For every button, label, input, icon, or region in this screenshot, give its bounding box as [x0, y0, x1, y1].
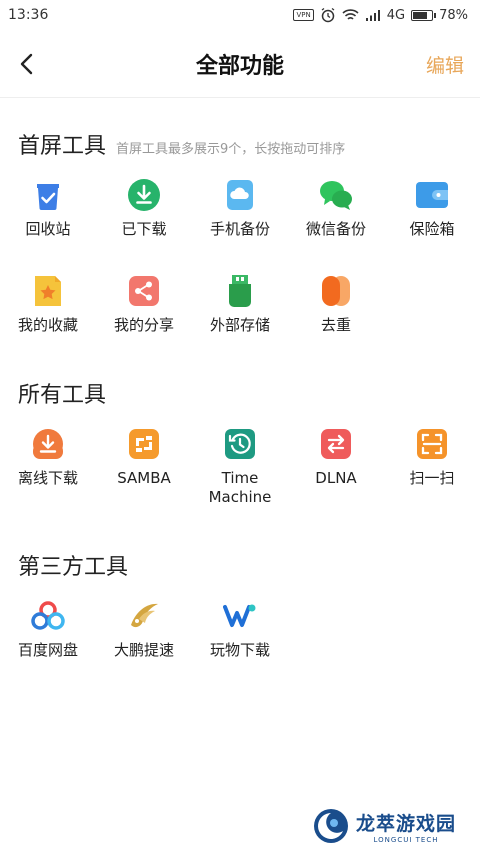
section-home-tools-header: 首屏工具 首屏工具最多展示9个，长按拖动可排序: [18, 128, 345, 160]
alarm-icon: [321, 7, 335, 23]
tool-share[interactable]: 我的分享: [96, 274, 192, 335]
vpn-icon: VPN: [293, 9, 314, 21]
tool-downloaded[interactable]: 已下载: [96, 178, 192, 239]
tool-samba[interactable]: SAMBA: [96, 427, 192, 507]
tool-scan[interactable]: 扫一扫: [384, 427, 480, 507]
home-tools-row-1: 回收站 已下载 手机备份 微信备份 保险箱: [0, 178, 480, 239]
baidu-netdisk-icon: [31, 599, 65, 633]
status-icons: VPN 4G 78%: [293, 7, 468, 23]
tool-label: 去重: [320, 316, 351, 334]
edit-button[interactable]: 编辑: [426, 51, 464, 78]
tool-label: 回收站: [25, 220, 71, 238]
watermark-text: 龙萃游戏园 LONGCUI TECH: [356, 809, 456, 844]
tool-baidu-netdisk[interactable]: 百度网盘: [0, 599, 96, 660]
tool-label: 玩物下载: [209, 641, 270, 659]
tool-label: 保险箱: [409, 220, 455, 238]
section-title: 首屏工具: [18, 134, 107, 159]
tool-label: 已下载: [121, 220, 167, 238]
tool-dapeng-speedup[interactable]: 大鹏提速: [96, 599, 192, 660]
tool-label: 外部存储: [209, 316, 270, 334]
all-tools-row: 离线下载 SAMBA Time Machine DLNA 扫一扫: [0, 427, 480, 507]
signal-icon: [365, 9, 380, 21]
section-hint: 首屏工具最多展示9个，长按拖动可排序: [116, 142, 346, 157]
tool-label: Time Machine: [208, 469, 272, 506]
section-all-tools-header: 所有工具: [18, 377, 106, 409]
tool-recycle-bin[interactable]: 回收站: [0, 178, 96, 239]
samba-icon: [127, 427, 161, 461]
tool-offline-download[interactable]: 离线下载: [0, 427, 96, 507]
section-title: 所有工具: [18, 383, 107, 408]
tool-label: 我的分享: [113, 316, 174, 334]
dapeng-speedup-icon: [127, 599, 161, 633]
tool-label: 手机备份: [209, 220, 270, 238]
wechat-backup-icon: [319, 178, 353, 212]
page-title: 全部功能: [195, 53, 284, 79]
tool-label: 百度网盘: [17, 641, 78, 659]
tool-safe-box[interactable]: 保险箱: [384, 178, 480, 239]
tool-label: 微信备份: [305, 220, 366, 238]
time-machine-icon: [223, 427, 257, 461]
downloaded-icon: [127, 178, 161, 212]
nav-bar: 全部功能 编辑: [0, 30, 480, 98]
watermark-logo-icon: [313, 809, 348, 843]
tool-external-storage[interactable]: 外部存储: [192, 274, 288, 335]
tool-favorites[interactable]: 我的收藏: [0, 274, 96, 335]
third-party-row: 百度网盘 大鹏提速 玩物下载: [0, 599, 480, 660]
tool-label: DLNA: [315, 469, 357, 487]
section-title: 第三方工具: [18, 555, 129, 580]
back-arrow-icon[interactable]: [12, 48, 44, 80]
favorites-icon: [31, 274, 65, 308]
tool-label: 大鹏提速: [113, 641, 174, 659]
status-time: 13:36: [8, 7, 49, 23]
dedupe-icon: [319, 274, 353, 308]
tool-time-machine[interactable]: Time Machine: [192, 427, 288, 507]
tool-label: 离线下载: [17, 469, 78, 487]
tool-dedupe[interactable]: 去重: [288, 274, 384, 335]
tool-label: SAMBA: [117, 469, 171, 487]
external-storage-icon: [223, 274, 257, 308]
tool-phone-backup[interactable]: 手机备份: [192, 178, 288, 239]
share-icon: [127, 274, 161, 308]
wanwu-download-icon: [223, 599, 257, 633]
tool-label: 扫一扫: [409, 469, 455, 487]
wifi-icon: [342, 9, 359, 20]
tool-label: 我的收藏: [17, 316, 78, 334]
tool-wanwu-download[interactable]: 玩物下载: [192, 599, 288, 660]
watermark: 龙萃游戏园 LONGCUI TECH: [312, 807, 456, 845]
battery-icon: [411, 9, 437, 21]
section-third-party-header: 第三方工具: [18, 549, 128, 581]
scan-icon: [415, 427, 449, 461]
watermark-sub: LONGCUI TECH: [373, 835, 439, 844]
tool-wechat-backup[interactable]: 微信备份: [288, 178, 384, 239]
phone-backup-icon: [223, 178, 257, 212]
recycle-bin-icon: [31, 178, 65, 212]
watermark-main: 龙萃游戏园: [355, 812, 456, 835]
safe-box-icon: [415, 178, 449, 212]
offline-download-icon: [31, 427, 65, 461]
home-tools-row-2: 我的收藏 我的分享 外部存储 去重: [0, 274, 480, 335]
dlna-icon: [319, 427, 353, 461]
status-bar: 13:36 VPN 4G 78%: [0, 0, 480, 30]
network-type: 4G: [386, 7, 406, 23]
tool-dlna[interactable]: DLNA: [288, 427, 384, 507]
battery-percent: 78%: [439, 7, 468, 23]
